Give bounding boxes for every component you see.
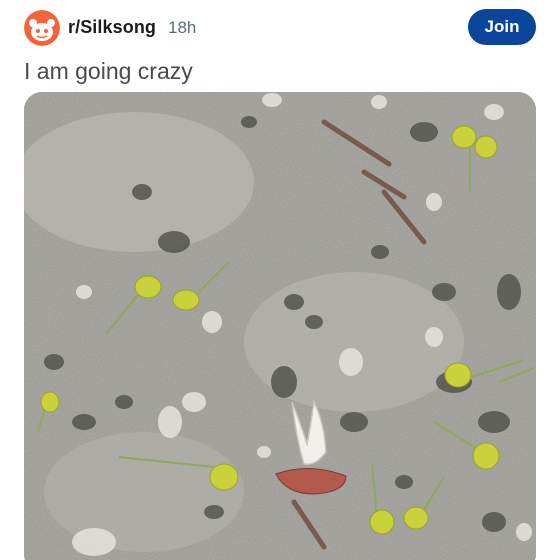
reddit-post-screen: r/Silksong 18h Join I am going crazy <box>0 0 560 560</box>
subreddit-avatar-icon[interactable] <box>24 10 60 46</box>
subreddit-name[interactable]: r/Silksong <box>68 17 156 38</box>
post-title[interactable]: I am going crazy <box>24 56 193 86</box>
post-timestamp: 18h <box>168 18 197 37</box>
join-button[interactable]: Join <box>468 9 536 45</box>
gravel-ground-photo <box>24 92 536 560</box>
post-image[interactable] <box>24 92 536 560</box>
post-header: r/Silksong 18h Join <box>0 0 560 56</box>
